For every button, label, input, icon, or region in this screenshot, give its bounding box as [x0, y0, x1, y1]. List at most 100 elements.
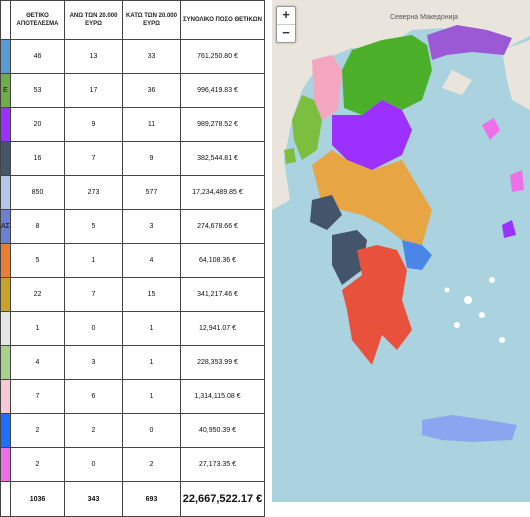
region-color-swatch	[0, 447, 11, 482]
table-row: 850 273 577 17,234,489.85 €	[0, 175, 265, 210]
positive-count: 2	[10, 447, 65, 482]
total-below-20000: 693	[122, 481, 181, 517]
table-row: 22 7 15 341,217.46 €	[0, 277, 265, 312]
region-color-swatch	[0, 175, 11, 210]
total-amount: 989,278.52 €	[180, 107, 265, 142]
below-20000-count: 15	[122, 277, 181, 312]
table-row: 2 2 0 40,950.39 €	[0, 413, 265, 448]
below-20000-count: 11	[122, 107, 181, 142]
positive-count: 4	[10, 345, 65, 380]
region-color-swatch	[0, 243, 11, 278]
table-row: E 53 17 36 996,419.83 €	[0, 73, 265, 108]
below-20000-count: 3	[122, 209, 181, 244]
total-amount: 761,250.80 €	[180, 39, 265, 74]
total-row: 1036 343 693 22,667,522.17 €	[0, 481, 265, 517]
region-color-swatch	[0, 107, 11, 142]
header-below-20000: ΚΑΤΩ ΤΩΝ 20.000 ΕΥΡΩ	[122, 0, 181, 40]
above-20000-count: 9	[64, 107, 123, 142]
table-row: 2 0 2 27,173.35 €	[0, 447, 265, 482]
total-amount: 996,419.83 €	[180, 73, 265, 108]
total-amount: 27,173.35 €	[180, 447, 265, 482]
above-20000-count: 0	[64, 311, 123, 346]
above-20000-count: 7	[64, 277, 123, 312]
above-20000-count: 17	[64, 73, 123, 108]
zoom-out-button[interactable]: −	[277, 25, 295, 42]
table-header-row: ΘΕΤΙΚΟ ΑΠΟΤΕΛΕΣΜΑ ΑΝΩ ΤΩΝ 20.000 ΕΥΡΩ ΚΑ…	[0, 0, 265, 40]
region-color-swatch: ΑΣ	[0, 209, 11, 244]
above-20000-count: 273	[64, 175, 123, 210]
total-color-cell	[0, 481, 11, 517]
total-amount-sum: 22,667,522.17 €	[180, 481, 265, 517]
above-20000-count: 5	[64, 209, 123, 244]
island-corfu	[284, 148, 296, 164]
region-color-swatch: E	[0, 73, 11, 108]
region-color-swatch	[0, 277, 11, 312]
positive-count: 16	[10, 141, 65, 176]
below-20000-count: 1	[122, 345, 181, 380]
above-20000-count: 1	[64, 243, 123, 278]
below-20000-count: 4	[122, 243, 181, 278]
region-color-swatch	[0, 345, 11, 380]
results-table-panel: ΘΕΤΙΚΟ ΑΠΟΤΕΛΕΣΜΑ ΑΝΩ ΤΩΝ 20.000 ΕΥΡΩ ΚΑ…	[0, 0, 272, 517]
positive-count: 850	[10, 175, 65, 210]
total-amount: 382,544.81 €	[180, 141, 265, 176]
below-20000-count: 577	[122, 175, 181, 210]
positive-count: 8	[10, 209, 65, 244]
island-cyclades-2	[479, 312, 485, 318]
positive-count: 1	[10, 311, 65, 346]
zoom-control: + −	[276, 6, 296, 43]
above-20000-count: 13	[64, 39, 123, 74]
positive-count: 53	[10, 73, 65, 108]
below-20000-count: 36	[122, 73, 181, 108]
map-country-label: Северна Македонија	[390, 14, 458, 21]
table-row: 4 3 1 228,353.99 €	[0, 345, 265, 380]
above-20000-count: 6	[64, 379, 123, 414]
positive-count: 46	[10, 39, 65, 74]
total-positive: 1036	[10, 481, 65, 517]
positive-count: 22	[10, 277, 65, 312]
total-amount: 17,234,489.85 €	[180, 175, 265, 210]
region-color-swatch	[0, 413, 11, 448]
region-color-swatch	[0, 39, 11, 74]
table-row: 5 1 4 64,108.36 €	[0, 243, 265, 278]
total-amount: 64,108.36 €	[180, 243, 265, 278]
table-row: 46 13 33 761,250.80 €	[0, 39, 265, 74]
header-color-col	[0, 0, 11, 40]
region-color-swatch	[0, 311, 11, 346]
island-cyclades-1	[464, 296, 472, 304]
total-amount: 1,314,115.08 €	[180, 379, 265, 414]
header-above-20000: ΑΝΩ ΤΩΝ 20.000 ΕΥΡΩ	[64, 0, 123, 40]
island-dodecanese	[499, 337, 505, 343]
above-20000-count: 0	[64, 447, 123, 482]
map-canvas[interactable]	[272, 0, 530, 502]
results-table: ΘΕΤΙΚΟ ΑΠΟΤΕΛΕΣΜΑ ΑΝΩ ΤΩΝ 20.000 ΕΥΡΩ ΚΑ…	[0, 0, 265, 517]
below-20000-count: 1	[122, 379, 181, 414]
table-row: 16 7 9 382,544.81 €	[0, 141, 265, 176]
positive-count: 20	[10, 107, 65, 142]
positive-count: 2	[10, 413, 65, 448]
zoom-in-button[interactable]: +	[277, 7, 295, 25]
table-row: 1 0 1 12,941.07 €	[0, 311, 265, 346]
island-cyclades-3	[454, 322, 460, 328]
region-color-swatch	[0, 379, 11, 414]
region-color-swatch	[0, 141, 11, 176]
positive-count: 5	[10, 243, 65, 278]
total-amount: 40,950.39 €	[180, 413, 265, 448]
above-20000-count: 7	[64, 141, 123, 176]
total-amount: 274,678.66 €	[180, 209, 265, 244]
above-20000-count: 2	[64, 413, 123, 448]
total-amount: 12,941.07 €	[180, 311, 265, 346]
total-amount: 228,353.99 €	[180, 345, 265, 380]
table-row: ΑΣ 8 5 3 274,678.66 €	[0, 209, 265, 244]
island-cyclades-4	[489, 277, 495, 283]
header-total-amount: ΣΥΝΟΛΙΚΟ ΠΟΣΟ ΘΕΤΙΚΩΝ	[180, 0, 265, 40]
below-20000-count: 9	[122, 141, 181, 176]
below-20000-count: 33	[122, 39, 181, 74]
total-amount: 341,217.46 €	[180, 277, 265, 312]
above-20000-count: 3	[64, 345, 123, 380]
below-20000-count: 2	[122, 447, 181, 482]
map-panel[interactable]: Северна Македонија + −	[272, 0, 530, 502]
positive-count: 7	[10, 379, 65, 414]
header-positive: ΘΕΤΙΚΟ ΑΠΟΤΕΛΕΣΜΑ	[10, 0, 65, 40]
below-20000-count: 0	[122, 413, 181, 448]
